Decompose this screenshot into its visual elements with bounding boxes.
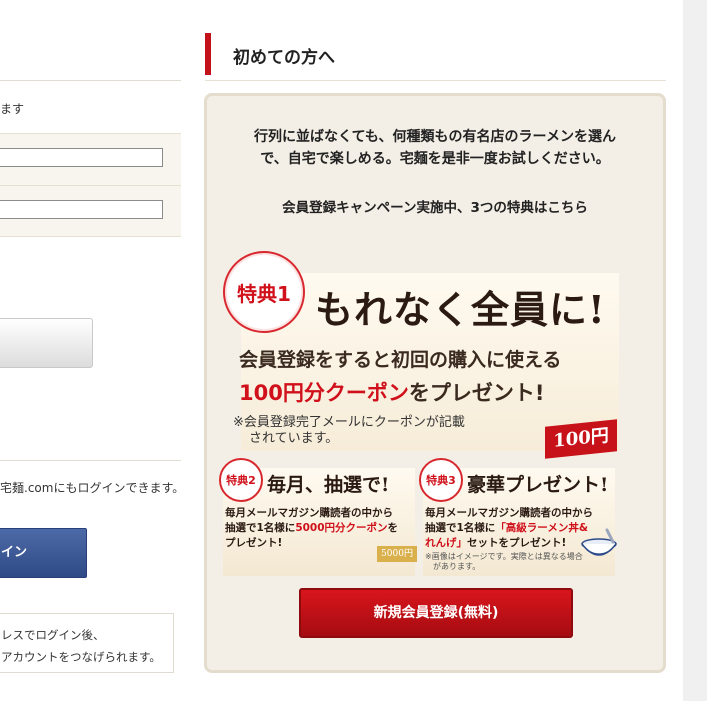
benefit1-note: ※会員登録完了メールにクーポンが記載 されています。 bbox=[233, 415, 465, 447]
desc-text: セットをプレゼント! bbox=[467, 537, 567, 549]
desc-text: 抽選で1名様に bbox=[225, 522, 296, 534]
image-disclaimer: ※画像はイメージです。実際とは異なる場合 があります。 bbox=[425, 552, 583, 572]
benefit2-description: 毎月メールマガジン購読者の中から 抽選で1名様に5000円分クーポンを プレゼン… bbox=[225, 506, 398, 551]
benefit1-offer: 100円分クーポンをプレゼント! bbox=[239, 377, 544, 407]
page-title: 初めての方へ bbox=[233, 48, 335, 68]
benefit3-description: 毎月メールマガジン購読者の中から 抽選で1名様に「高級ラーメン丼& れんげ」セッ… bbox=[425, 506, 593, 551]
desc-highlight: れんげ」 bbox=[425, 537, 467, 549]
login-description-text: ます bbox=[0, 102, 25, 116]
desc-line: 毎月メールマガジン購読者の中から bbox=[225, 507, 393, 519]
campaign-text: 会員登録キャンペーン実施中、3つの特典はこちら bbox=[282, 200, 588, 216]
benefit3-badge: 特典3 bbox=[419, 458, 463, 502]
benefit2-badge: 特典2 bbox=[219, 458, 263, 502]
right-gutter bbox=[683, 0, 707, 701]
disclaimer-line: があります。 bbox=[433, 562, 481, 571]
left-column: ます 宅麺.comにもログインできます。 イン レスでログイン後、 アカウントを… bbox=[0, 0, 185, 701]
email-input[interactable] bbox=[0, 148, 163, 167]
benefit2-banner[interactable]: 特典2 毎月、抽選で! 毎月メールマガジン購読者の中から 抽選で1名様に5000… bbox=[219, 458, 417, 576]
social-login-text: 宅麺.comにもログインできます。 bbox=[0, 481, 185, 495]
desc-line: れんげ」セットをプレゼント! bbox=[425, 536, 593, 551]
login-form bbox=[0, 133, 181, 237]
facebook-login-button[interactable]: イン bbox=[0, 528, 87, 578]
disclaimer-line: ※画像はイメージです。実際とは異なる場合 bbox=[425, 552, 583, 561]
coupon-tag: 100円 bbox=[545, 419, 617, 459]
benefit3-banner[interactable]: 特典3 豪華プレゼント! 毎月メールマガジン購読者の中から 抽選で1名様に「高級… bbox=[419, 458, 617, 576]
note-line: されています。 bbox=[249, 431, 339, 446]
register-button[interactable]: 新規会員登録(無料) bbox=[299, 588, 573, 638]
benefit1-banner[interactable]: 特典1 もれなく全員に! 会員登録をすると初回の購入に使える 100円分クーポン… bbox=[223, 251, 619, 459]
password-input[interactable] bbox=[0, 200, 163, 219]
heading-accent-bar bbox=[205, 33, 211, 75]
desc-line: プレゼント! bbox=[225, 537, 283, 549]
note-line: ※会員登録完了メールにクーポンが記載 bbox=[233, 415, 465, 430]
desc-text: を bbox=[387, 522, 399, 534]
ramen-bowl-icon bbox=[581, 528, 617, 556]
desc-text: 抽選で1名様に bbox=[425, 522, 496, 534]
first-time-panel: 行列に並ばなくても、何種類もの有名店のラーメンを選ん で、自宅で楽しめる。宅麺を… bbox=[204, 93, 666, 673]
benefit3-headline: 豪華プレゼント! bbox=[467, 474, 609, 496]
benefit1-headline: もれなく全員に! bbox=[315, 287, 606, 332]
note-line: アカウントをつなげられます。 bbox=[1, 650, 161, 664]
benefit1-subline: 会員登録をすると初回の購入に使える bbox=[239, 349, 562, 371]
intro-line: 行列に並ばなくても、何種類もの有名店のラーメンを選ん bbox=[254, 129, 616, 145]
social-login-note: レスでログイン後、 アカウントをつなげられます。 bbox=[0, 613, 174, 673]
desc-highlight: 5000円分クーポン bbox=[295, 522, 388, 534]
benefit1-offer-highlight: 100円分クーポン bbox=[239, 381, 409, 405]
coupon-tag: 5000円 bbox=[377, 546, 417, 562]
divider bbox=[0, 460, 181, 461]
benefit2-headline: 毎月、抽選で! bbox=[267, 474, 390, 496]
note-line: レスでログイン後、 bbox=[1, 628, 105, 642]
login-button[interactable] bbox=[0, 318, 93, 368]
desc-highlight: 「高級ラーメン丼& bbox=[495, 522, 589, 534]
intro-line: で、自宅で楽しめる。宅麺を是非一度お試しください。 bbox=[260, 151, 610, 167]
benefit1-badge: 特典1 bbox=[223, 251, 305, 333]
desc-line: 抽選で1名様に5000円分クーポンを bbox=[225, 521, 398, 536]
intro-text: 行列に並ばなくても、何種類もの有名店のラーメンを選ん で、自宅で楽しめる。宅麺を… bbox=[207, 126, 663, 170]
benefit1-offer-rest: をプレゼント! bbox=[408, 381, 545, 405]
desc-line: 抽選で1名様に「高級ラーメン丼& bbox=[425, 521, 593, 536]
divider bbox=[0, 185, 181, 186]
desc-line: 毎月メールマガジン購読者の中から bbox=[425, 507, 593, 519]
section-heading: 初めての方へ bbox=[205, 33, 666, 81]
divider bbox=[0, 80, 181, 81]
